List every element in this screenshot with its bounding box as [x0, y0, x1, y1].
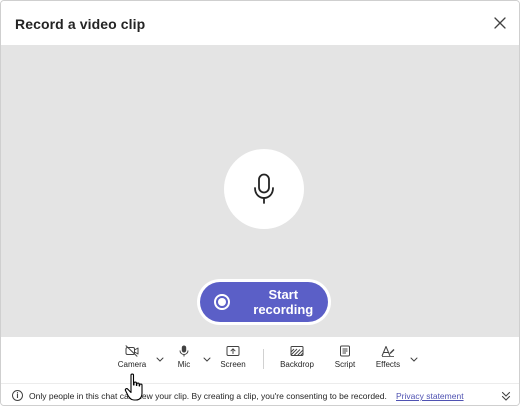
- backdrop-button[interactable]: Backdrop: [275, 345, 319, 379]
- dialog-title: Record a video clip: [15, 16, 146, 32]
- expand-footer-button[interactable]: [500, 389, 512, 401]
- effects-options-chevron[interactable]: [409, 354, 419, 364]
- close-button[interactable]: [490, 13, 510, 33]
- close-icon: [494, 17, 506, 29]
- toolbar-divider: [263, 349, 264, 369]
- script-label: Script: [334, 360, 356, 369]
- double-chevron-down-icon: [501, 391, 511, 401]
- consent-notice: Only people in this chat can view your c…: [29, 391, 387, 401]
- camera-button[interactable]: Camera: [110, 345, 154, 379]
- microphone-icon: [254, 173, 274, 204]
- start-recording-label: Start recording: [253, 287, 314, 317]
- screen-label: Screen: [220, 360, 246, 369]
- microphone-icon: [179, 345, 189, 357]
- camera-off-icon: [125, 345, 139, 357]
- record-icon: [214, 294, 230, 310]
- script-icon: [340, 345, 350, 357]
- effects-pen-icon: [381, 346, 395, 357]
- info-icon: i: [12, 390, 23, 401]
- effects-button[interactable]: Effects: [366, 345, 410, 379]
- chevron-down-icon: [203, 357, 211, 362]
- camera-label: Camera: [117, 360, 147, 369]
- consent-footer: i Only people in this chat can view your…: [1, 383, 519, 405]
- start-recording-button[interactable]: Start recording: [200, 282, 328, 322]
- script-button[interactable]: Script: [323, 345, 367, 379]
- mic-avatar: [224, 149, 304, 229]
- share-screen-icon: [226, 346, 240, 356]
- recording-toolbar: Camera Mic Screen Backdrop Script Effect…: [1, 337, 519, 383]
- screen-button[interactable]: Screen: [211, 345, 255, 379]
- chevron-down-icon: [410, 357, 418, 362]
- mic-button[interactable]: Mic: [162, 345, 206, 379]
- dialog-header: Record a video clip: [1, 1, 519, 45]
- privacy-statement-link[interactable]: Privacy statement: [396, 391, 464, 401]
- backdrop-label: Backdrop: [280, 360, 314, 369]
- mic-label: Mic: [177, 360, 191, 369]
- effects-label: Effects: [375, 360, 401, 369]
- record-video-dialog: Record a video clip Start recording Came…: [0, 0, 520, 406]
- backdrop-icon: [290, 346, 304, 356]
- video-preview-area: Start recording: [1, 45, 519, 337]
